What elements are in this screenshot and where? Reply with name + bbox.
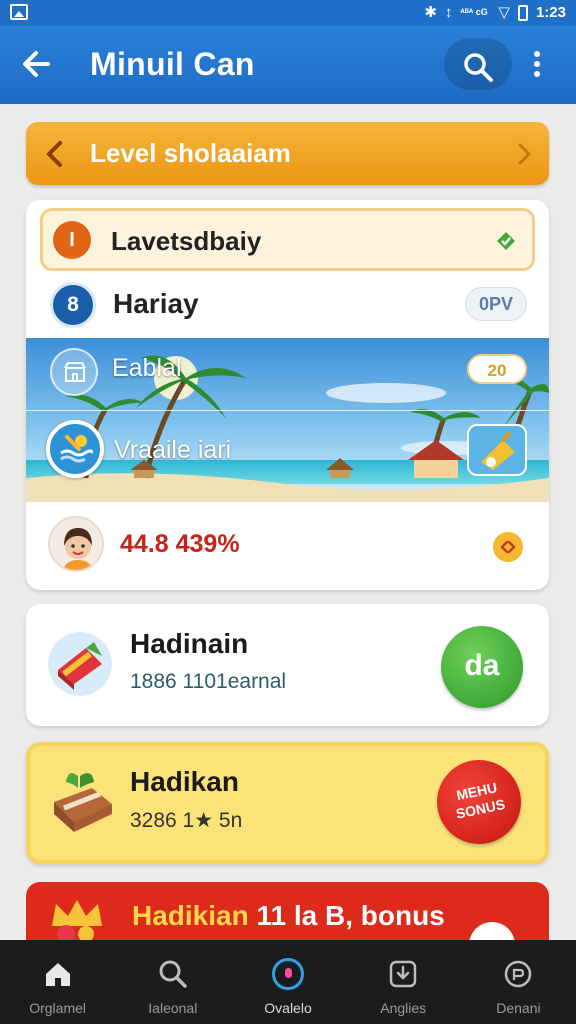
- bottom-nav: Orglamel Ialeonal Ovalelo Anglies Denani: [0, 940, 576, 1024]
- check-icon: [497, 232, 515, 250]
- crown-icon: [52, 900, 102, 943]
- image-icon: [10, 4, 28, 20]
- home-icon: [45, 963, 70, 986]
- nav-item-search[interactable]: Ialeonal: [115, 940, 230, 1024]
- offer-card[interactable]: Hadinain 1886 1101earnal da: [26, 604, 549, 726]
- pool-icon: [46, 420, 104, 478]
- shop-icon: [50, 348, 98, 396]
- gift-voucher-icon[interactable]: [467, 424, 527, 476]
- divider: [26, 410, 549, 411]
- nav-label: Denani: [496, 1000, 541, 1016]
- nav-item-games[interactable]: Ovalelo: [230, 940, 345, 1024]
- download-icon: [389, 960, 417, 988]
- search-button[interactable]: [444, 38, 512, 90]
- nav-item-home[interactable]: Orglamel: [0, 940, 115, 1024]
- nav-item-downloads[interactable]: Anglies: [346, 940, 461, 1024]
- coin-icon: [493, 532, 523, 562]
- search-icon: [159, 960, 187, 988]
- chevron-right-icon[interactable]: [515, 142, 533, 166]
- wifi-icon: ▽: [498, 4, 510, 21]
- vibrate-icon: ↕: [444, 4, 453, 21]
- nav-label: Ovalelo: [264, 1000, 312, 1016]
- bluetooth-icon: ✱: [424, 4, 437, 21]
- stat-value: 44.8 439%: [120, 530, 240, 558]
- bonus-title: Hadikan: [130, 766, 239, 797]
- offer-subtitle: 1886 1101earnal: [130, 670, 287, 693]
- bonus-badge-button[interactable]: MEHU SONUS: [429, 752, 529, 852]
- nav-label: Anglies: [380, 1000, 427, 1016]
- nav-item-profile[interactable]: Denani: [461, 940, 576, 1024]
- claim-button[interactable]: da: [441, 626, 523, 708]
- list-item[interactable]: 8 Hariay 0PV: [26, 278, 549, 338]
- offer-title: Hadinain: [130, 628, 249, 659]
- beach-label-bottom: Vraaile iari: [114, 436, 232, 464]
- level-title: Level sholaaiam: [90, 138, 291, 168]
- gift-box-icon: [48, 632, 112, 696]
- number-badge: I: [53, 221, 91, 259]
- promo-title-white: 11 la B, bonus: [248, 900, 445, 931]
- search-icon: [464, 53, 493, 82]
- row-label: Lavetsdbaiy: [111, 226, 262, 256]
- chevron-left-icon[interactable]: [44, 140, 66, 168]
- page-title: Minuil Can: [90, 46, 255, 82]
- avatar: [48, 516, 104, 572]
- profile-icon: [505, 960, 532, 988]
- bonus-card[interactable]: Hadikan 3286 1★ 5n MEHU SONUS: [26, 742, 549, 864]
- app-bar: Minuil Can: [0, 26, 576, 104]
- status-pill: 0PV: [465, 287, 527, 321]
- nav-label: Ialeonal: [148, 1000, 198, 1016]
- beach-banner[interactable]: Eablal 20 Vraaile iari: [26, 338, 549, 502]
- gift-box-icon: [54, 773, 112, 832]
- more-vertical-icon[interactable]: [524, 48, 550, 82]
- arrow-left-icon[interactable]: [18, 44, 58, 84]
- beach-label-top: Eablal: [112, 354, 182, 382]
- promo-title: Hadikian 11 la B, bonus: [132, 900, 445, 932]
- list-item[interactable]: I Lavetsdbaiy: [40, 208, 535, 271]
- number-badge: 8: [50, 282, 96, 328]
- bonus-subtitle: 3286 1★ 5n: [130, 809, 243, 832]
- battery-icon: [517, 4, 528, 21]
- row-label: Hariay: [113, 288, 199, 319]
- list-item[interactable]: 44.8 439%: [26, 502, 549, 590]
- percent-pill: 20: [467, 354, 527, 384]
- level-banner[interactable]: Level sholaaiam: [26, 122, 549, 185]
- status-time: 1:23: [535, 4, 566, 21]
- main-card: I Lavetsdbaiy 8 Hariay 0PV Eablal 20 Vra…: [26, 200, 549, 590]
- status-bar: ✱ ↕ ᴬᴮᴬ cG ▽ 1:23: [0, 0, 576, 26]
- promo-title-yellow: Hadikian: [132, 900, 249, 931]
- nav-label: Orglamel: [29, 1000, 86, 1016]
- network-label: ᴬᴮᴬ cG: [460, 7, 488, 17]
- games-icon: [272, 958, 304, 990]
